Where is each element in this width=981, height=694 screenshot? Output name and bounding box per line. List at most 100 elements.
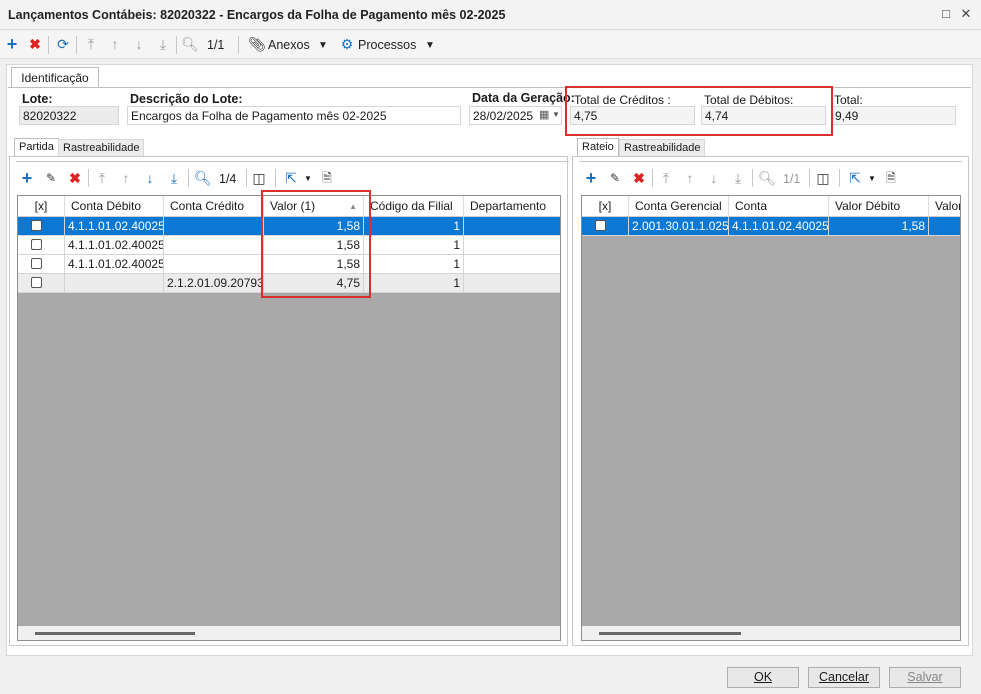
- chevron-down-icon[interactable]: ▼: [552, 110, 560, 119]
- toolbar-separator: [188, 169, 189, 187]
- export-icon[interactable]: ⇱: [847, 170, 863, 186]
- previous-record-icon[interactable]: ↑: [118, 170, 134, 186]
- anexos-dropdown-icon[interactable]: ▼: [318, 40, 328, 51]
- tab-rastreabilidade-left[interactable]: Rastreabilidade: [58, 139, 145, 157]
- toolbar-separator: [752, 169, 753, 187]
- search-icon[interactable]: 🔍︎: [758, 170, 776, 186]
- row-checkbox-cell: [18, 255, 65, 274]
- delete-icon[interactable]: ✖: [631, 170, 647, 186]
- cell-conta-debito: 4.1.1.01.02.40025: [65, 255, 164, 274]
- column-header-conta-credito[interactable]: Conta Crédito: [164, 196, 264, 217]
- processos-menu[interactable]: Processos: [358, 38, 416, 52]
- delete-icon[interactable]: ✖: [67, 170, 83, 186]
- search-icon[interactable]: 🔍︎: [181, 35, 199, 53]
- tab-identificacao[interactable]: Identificação: [11, 67, 99, 88]
- row-checkbox-cell: [18, 274, 65, 293]
- salvar-label: Salvar: [907, 670, 943, 684]
- column-header-conta[interactable]: Conta: [729, 196, 829, 217]
- last-record-icon[interactable]: ⤓: [166, 170, 182, 186]
- save-button[interactable]: Salvar: [889, 667, 961, 688]
- column-header-conta-gerencial[interactable]: Conta Gerencial: [629, 196, 729, 217]
- column-header-valor[interactable]: Valor: [929, 196, 960, 217]
- first-record-icon[interactable]: ⤒: [94, 170, 110, 186]
- export-dropdown-icon[interactable]: ▼: [868, 174, 876, 183]
- document-icon[interactable]: 🗎︎: [319, 170, 335, 186]
- record-counter: 1/4: [219, 172, 237, 186]
- ok-button[interactable]: OK: [727, 667, 799, 688]
- search-icon[interactable]: 🔍︎: [194, 170, 212, 186]
- panel-divider: [16, 161, 569, 162]
- column-header-valor-debito[interactable]: Valor Débito: [829, 196, 929, 217]
- columns-icon[interactable]: ◫: [251, 170, 267, 186]
- rateio-grid: [x] Conta Gerencial Conta Valor Débito V…: [581, 195, 961, 641]
- cell-conta-debito: [65, 274, 164, 293]
- next-record-icon[interactable]: ↓: [142, 170, 158, 186]
- record-counter: 1/1: [207, 38, 225, 52]
- last-record-icon[interactable]: ⤓: [154, 35, 172, 53]
- cell-valor: [929, 217, 960, 236]
- horizontal-scrollbar-thumb[interactable]: [599, 632, 741, 635]
- delete-icon[interactable]: ✖: [26, 35, 44, 53]
- next-record-icon[interactable]: ↓: [130, 35, 148, 53]
- totals-highlight-box: [565, 86, 833, 136]
- first-record-icon[interactable]: ⤒: [658, 170, 674, 186]
- column-header-conta-debito[interactable]: Conta Débito: [65, 196, 164, 217]
- cell-codigo-filial: 1: [364, 274, 464, 293]
- total-field: 9,49: [831, 106, 956, 125]
- column-header-select[interactable]: [x]: [582, 196, 629, 217]
- row-checkbox-cell: [582, 217, 629, 236]
- cancel-button[interactable]: Cancelar: [808, 667, 880, 688]
- lote-label: Lote:: [22, 92, 53, 106]
- tab-partida[interactable]: Partida: [14, 138, 59, 156]
- horizontal-scrollbar-thumb[interactable]: [35, 632, 195, 635]
- row-checkbox[interactable]: [595, 220, 606, 231]
- ok-label: OK: [753, 670, 773, 684]
- previous-record-icon[interactable]: ↑: [106, 35, 124, 53]
- anexos-menu[interactable]: Anexos: [268, 38, 310, 52]
- row-checkbox[interactable]: [31, 258, 42, 269]
- refresh-icon[interactable]: ⟳: [54, 35, 72, 53]
- cell-conta-credito: 2.1.2.01.09.20793: [164, 274, 264, 293]
- cell-conta-credito: [164, 217, 264, 236]
- previous-record-icon[interactable]: ↑: [682, 170, 698, 186]
- add-icon[interactable]: +: [583, 169, 599, 187]
- restore-icon[interactable]: □: [938, 6, 954, 22]
- descricao-field[interactable]: Encargos da Folha de Pagamento mês 02-20…: [127, 106, 461, 125]
- column-header-select[interactable]: [x]: [18, 196, 65, 217]
- cell-departamento: [464, 236, 560, 255]
- export-dropdown-icon[interactable]: ▼: [304, 174, 312, 183]
- cell-departamento: [464, 255, 560, 274]
- row-checkbox-cell: [18, 217, 65, 236]
- tab-rateio[interactable]: Rateio: [577, 138, 619, 156]
- close-icon[interactable]: ✕: [958, 6, 974, 22]
- gear-icon[interactable]: ⚙: [338, 35, 356, 53]
- processos-dropdown-icon[interactable]: ▼: [425, 40, 435, 51]
- first-record-icon[interactable]: ⤒: [82, 35, 100, 53]
- toolbar-separator: [275, 169, 276, 187]
- table-row[interactable]: 2.001.30.01.1.025 4.1.1.01.02.40025 1,58: [582, 217, 960, 236]
- cell-conta-debito: 4.1.1.01.02.40025: [65, 236, 164, 255]
- column-header-departamento[interactable]: Departamento: [464, 196, 560, 217]
- toolbar-separator: [176, 36, 177, 54]
- panel-divider: [579, 161, 962, 162]
- last-record-icon[interactable]: ⤓: [730, 170, 746, 186]
- next-record-icon[interactable]: ↓: [706, 170, 722, 186]
- columns-icon[interactable]: ◫: [815, 170, 831, 186]
- descricao-label: Descrição do Lote:: [130, 92, 243, 106]
- add-icon[interactable]: +: [3, 35, 21, 53]
- pencil-icon[interactable]: ✎: [43, 170, 59, 186]
- column-header-codigo-filial[interactable]: Código da Filial: [364, 196, 464, 217]
- document-icon[interactable]: 🗎︎: [883, 170, 899, 186]
- paperclip-icon[interactable]: 📎︎: [248, 35, 266, 53]
- add-icon[interactable]: +: [19, 169, 35, 187]
- tab-rastreabilidade-right[interactable]: Rastreabilidade: [619, 139, 706, 157]
- row-checkbox[interactable]: [31, 239, 42, 250]
- export-icon[interactable]: ⇱: [283, 170, 299, 186]
- row-checkbox[interactable]: [31, 220, 42, 231]
- pencil-icon[interactable]: ✎: [607, 170, 623, 186]
- lote-field[interactable]: 82020322: [19, 106, 119, 125]
- row-checkbox[interactable]: [31, 277, 42, 288]
- cell-departamento: [464, 217, 560, 236]
- calendar-icon[interactable]: ▦: [539, 108, 549, 121]
- toolbar-separator: [238, 36, 239, 54]
